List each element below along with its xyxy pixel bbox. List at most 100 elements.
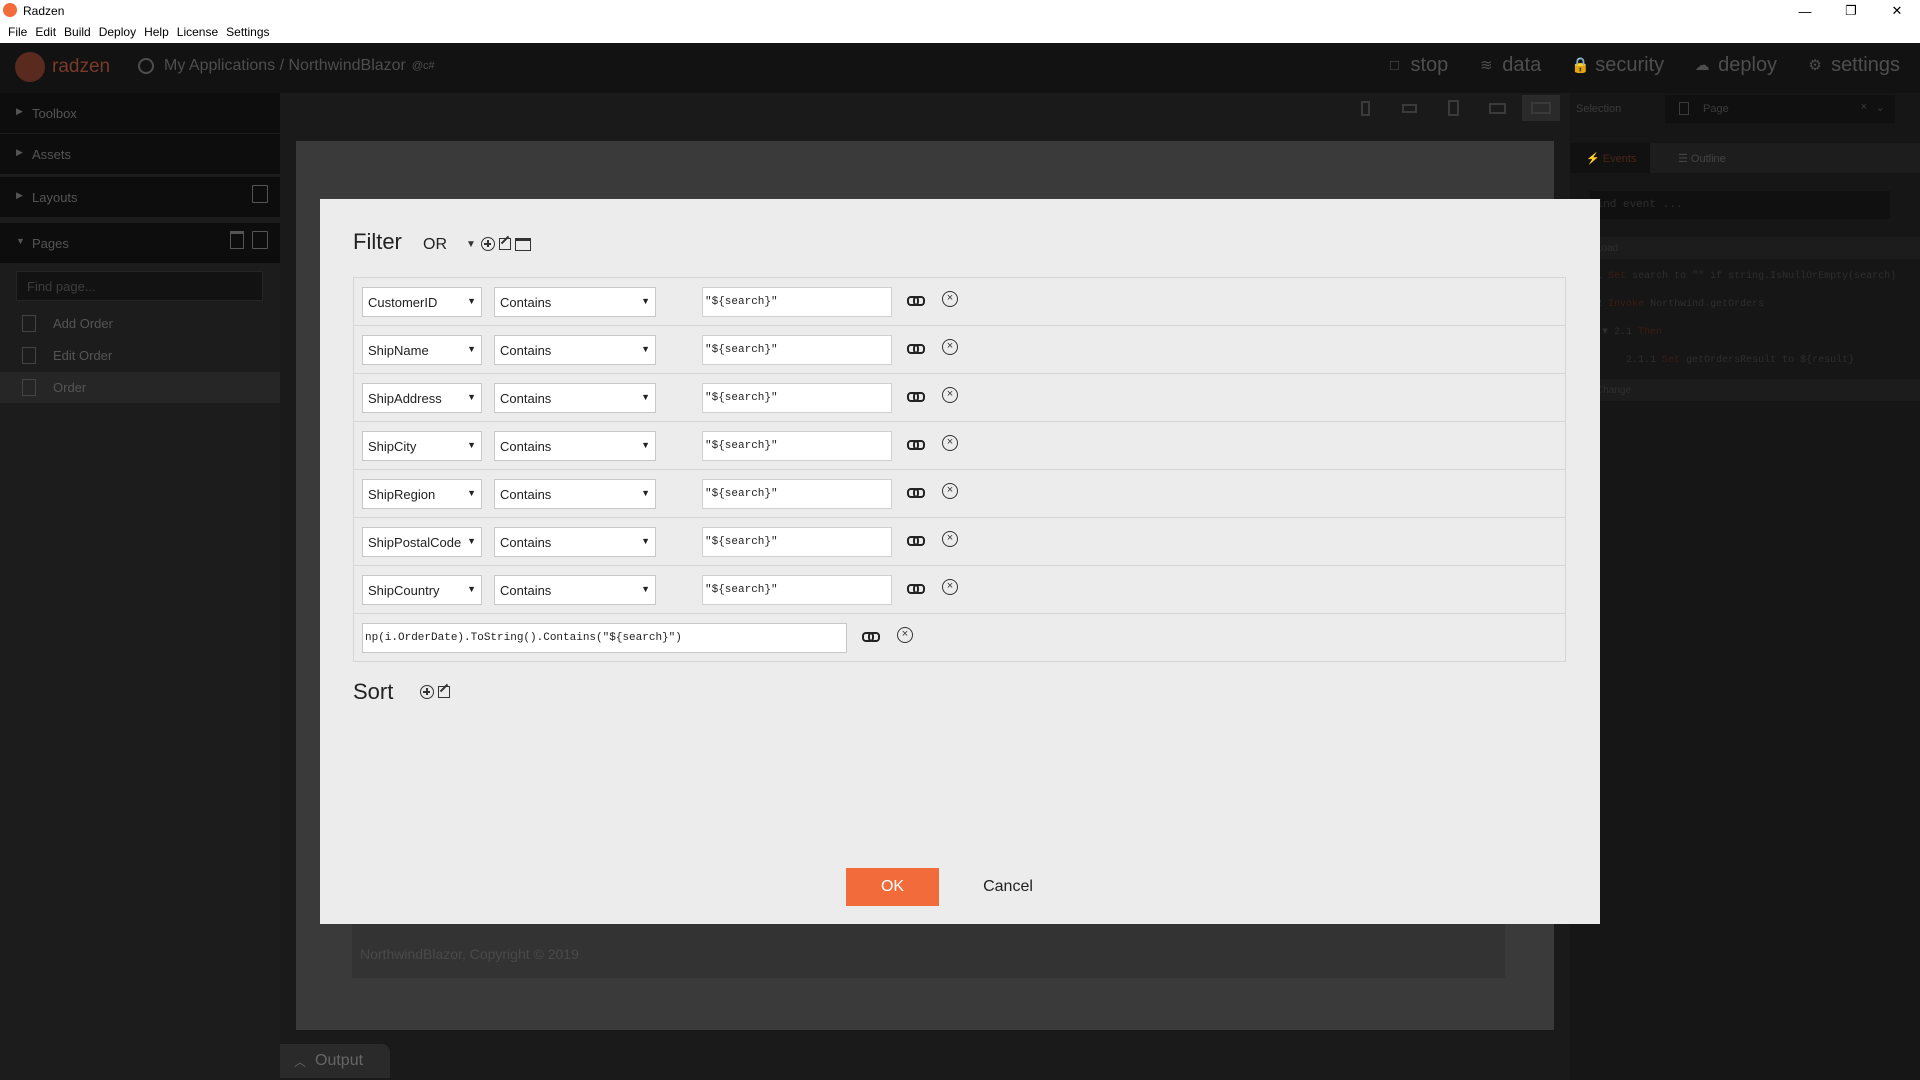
operator-select[interactable]: Contains ▼ xyxy=(494,527,656,557)
add-layout-icon[interactable] xyxy=(252,185,268,203)
device-phone-portrait-icon[interactable] xyxy=(1346,95,1384,121)
link-icon[interactable] xyxy=(907,343,925,354)
remove-filter-icon[interactable]: × xyxy=(942,579,958,595)
sidebar-section-toolbox[interactable]: ▶ Toolbox xyxy=(0,93,280,133)
operator-select[interactable]: Contains ▼ xyxy=(494,479,656,509)
device-tablet-landscape-icon[interactable] xyxy=(1478,95,1516,121)
remove-filter-icon[interactable]: × xyxy=(942,387,958,403)
link-icon[interactable] xyxy=(907,583,925,594)
link-icon[interactable] xyxy=(907,439,925,450)
add-page-icon[interactable] xyxy=(252,231,268,249)
operator-select[interactable]: Contains ▼ xyxy=(494,383,656,413)
device-tablet-portrait-icon[interactable] xyxy=(1434,95,1472,121)
menu-settings[interactable]: Settings xyxy=(224,22,275,43)
action-keyword: Set xyxy=(1662,355,1681,366)
edit-expression-icon[interactable] xyxy=(499,238,511,250)
edit-sort-icon[interactable] xyxy=(438,686,450,698)
sidebar-section-pages[interactable]: ▼ Pages xyxy=(0,223,280,263)
nav-deploy[interactable]: ☁ deploy xyxy=(1694,54,1777,77)
action-line[interactable]: 1 Set search to "" if string.IsNullOrEmp… xyxy=(1596,271,1896,282)
action-line[interactable]: ▼ 2.1 Then xyxy=(1602,327,1662,338)
event-change[interactable]: Change xyxy=(1570,379,1920,401)
action-line[interactable]: 2 Invoke Northwind.getOrders xyxy=(1596,299,1764,310)
menu-license[interactable]: License xyxy=(175,22,224,43)
device-desktop-icon[interactable] xyxy=(1522,95,1560,121)
page-label: Edit Order xyxy=(53,348,113,363)
tab-events[interactable]: ⚡ Events xyxy=(1570,143,1650,173)
link-icon[interactable] xyxy=(907,487,925,498)
event-load[interactable]: Load xyxy=(1570,237,1920,259)
nav-data[interactable]: ≋ data xyxy=(1478,54,1541,77)
menu-build[interactable]: Build xyxy=(62,22,97,43)
property-select[interactable]: ShipAddress ▼ xyxy=(362,383,482,413)
filter-value-input[interactable]: "${search}" xyxy=(702,335,892,365)
device-phone-landscape-icon[interactable] xyxy=(1390,95,1428,121)
remove-filter-icon[interactable]: × xyxy=(897,627,913,643)
nav-stop[interactable]: □ stop xyxy=(1386,54,1448,77)
add-sort-icon[interactable] xyxy=(420,685,434,699)
output-tab[interactable]: ︿ Output xyxy=(280,1044,390,1078)
filter-value-input[interactable]: "${search}" xyxy=(702,479,892,509)
caret-down-icon[interactable]: ▼ xyxy=(466,239,476,250)
expression-input[interactable]: np(i.OrderDate).ToString().Contains("${s… xyxy=(362,623,847,653)
clear-icon[interactable]: × xyxy=(1861,101,1867,113)
property-select[interactable]: CustomerID ▼ xyxy=(362,287,482,317)
filter-value-input[interactable]: "${search}" xyxy=(702,287,892,317)
nav-security[interactable]: 🔒 security xyxy=(1571,54,1664,77)
operator-select[interactable]: Contains ▼ xyxy=(494,335,656,365)
link-icon[interactable] xyxy=(907,535,925,546)
operator-select[interactable]: Contains ▼ xyxy=(494,287,656,317)
tab-outline[interactable]: ☰ Outline xyxy=(1662,152,1726,165)
sidebar-section-layouts[interactable]: ▶ Layouts xyxy=(0,177,280,217)
find-page-input[interactable]: Find page... xyxy=(16,271,263,301)
remove-filter-icon[interactable]: × xyxy=(942,339,958,355)
selection-dropdown[interactable]: Page × ⌄ xyxy=(1665,95,1895,123)
filter-value-input[interactable]: "${search}" xyxy=(702,527,892,557)
property-select[interactable]: ShipRegion ▼ xyxy=(362,479,482,509)
menu-file[interactable]: File xyxy=(6,22,33,43)
operator-select[interactable]: Contains ▼ xyxy=(494,431,656,461)
property-select[interactable]: ShipName ▼ xyxy=(362,335,482,365)
add-group-icon[interactable] xyxy=(515,237,531,251)
link-icon[interactable] xyxy=(862,631,880,642)
filter-value-input[interactable]: "${search}" xyxy=(702,383,892,413)
link-icon[interactable] xyxy=(907,391,925,402)
remove-filter-icon[interactable]: × xyxy=(942,291,958,307)
breadcrumb[interactable]: My Applications / NorthwindBlazor @c# xyxy=(138,57,435,75)
remove-filter-icon[interactable]: × xyxy=(942,531,958,547)
page-item-add-order[interactable]: Add Order xyxy=(0,308,280,339)
action-line[interactable]: 2.1.1 Set getOrdersResult to ${result} xyxy=(1626,355,1854,366)
section-label: Toolbox xyxy=(32,106,77,121)
close-icon[interactable]: ✕ xyxy=(1874,0,1920,22)
remove-filter-icon[interactable]: × xyxy=(942,483,958,499)
filter-value-input[interactable]: "${search}" xyxy=(702,431,892,461)
filter-row: ShipCountry ▼ Contains ▼ "${search}" × xyxy=(354,566,1565,614)
menu-edit[interactable]: Edit xyxy=(33,22,62,43)
logic-operator-select[interactable]: OR xyxy=(423,236,447,254)
operator-value: Contains xyxy=(500,535,552,550)
property-select[interactable]: ShipCity ▼ xyxy=(362,431,482,461)
filter-value-input[interactable]: "${search}" xyxy=(702,575,892,605)
add-filter-icon[interactable] xyxy=(481,237,495,251)
menu-deploy[interactable]: Deploy xyxy=(97,22,142,43)
page-item-order[interactable]: Order xyxy=(0,372,280,403)
selection-value: Page xyxy=(1703,103,1729,115)
sidebar-section-assets[interactable]: ▶ Assets xyxy=(0,134,280,174)
radzen-logo[interactable]: radzen xyxy=(15,52,110,82)
cancel-button[interactable]: Cancel xyxy=(968,868,1048,906)
trash-icon[interactable] xyxy=(230,231,244,249)
menu-help[interactable]: Help xyxy=(142,22,175,43)
minimize-icon[interactable]: — xyxy=(1782,0,1828,22)
restore-icon[interactable]: ❐ xyxy=(1828,0,1874,22)
ok-button[interactable]: OK xyxy=(846,868,939,906)
chevron-down-icon[interactable]: ⌄ xyxy=(1876,101,1885,114)
nav-settings[interactable]: ⚙ settings xyxy=(1807,54,1900,77)
link-icon[interactable] xyxy=(907,295,925,306)
property-select[interactable]: ShipCountry ▼ xyxy=(362,575,482,605)
find-event-input[interactable]: Find event ... xyxy=(1590,191,1890,219)
page-item-edit-order[interactable]: Edit Order xyxy=(0,340,280,371)
cloud-icon: ☁ xyxy=(1694,56,1710,74)
property-select[interactable]: ShipPostalCode ▼ xyxy=(362,527,482,557)
operator-select[interactable]: Contains ▼ xyxy=(494,575,656,605)
remove-filter-icon[interactable]: × xyxy=(942,435,958,451)
